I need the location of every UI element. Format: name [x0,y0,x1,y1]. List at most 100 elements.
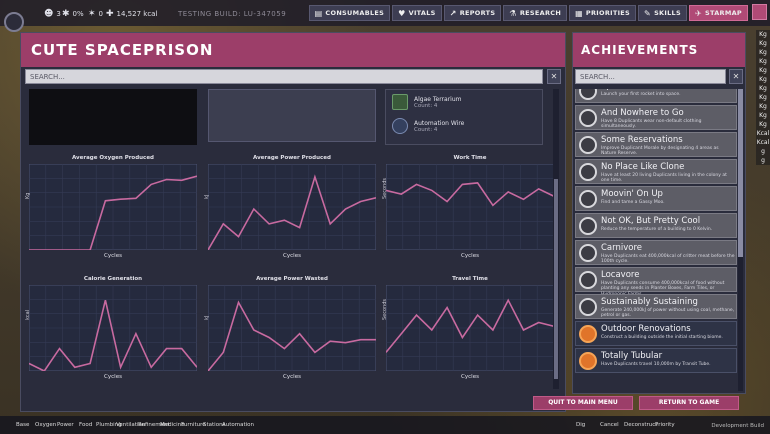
chart-title: Average Power Wasted [256,276,328,282]
achievement-description: Find and tame a Gassy Moo. [601,200,665,205]
chart-icon: ↗ [449,8,457,18]
tab-research[interactable]: ⚗ RESEARCH [503,5,568,21]
achievement-badge-icon [579,136,597,154]
achievement-name: Moovin' On Up [601,189,663,199]
chart-y-label: kJ [204,315,210,320]
chart-x-label: Cycles [104,253,122,259]
build-category-furniture[interactable]: Furniture [181,422,206,428]
achievement-badge-icon [579,271,597,289]
chart-y-label: Kg [25,192,31,199]
achievement-name: Not OK, But Pretty Cool [601,216,701,226]
colony-search-input[interactable]: SEARCH... [25,69,543,84]
chart-x-label: Cycles [104,374,122,380]
resource-unit: Kg [759,103,767,110]
achievement-badge-icon [579,163,597,181]
build-category-base[interactable]: Base [16,422,29,428]
achievement-description: Have 8 Duplicants wear non-default cloth… [601,119,702,130]
resource-unit: g [761,157,765,164]
chart-x-label: Cycles [283,374,301,380]
chart-y-label: Seconds [382,298,388,320]
achievement-item[interactable]: And Nowhere to Go Have 8 Duplicants wear … [575,105,737,130]
colony-search-clear-button[interactable]: ✕ [547,69,561,84]
achievement-item[interactable]: Space RaceLaunch your first rocket into … [575,89,737,103]
tab-vitals[interactable]: ♥ VITALS [392,5,442,21]
chart-plot [208,285,376,371]
tool-dig[interactable]: Dig [576,422,585,428]
chart-plot [386,285,553,371]
colony-report-window: CUTE SPACEPRISON SEARCH... ✕ Algae Terra… [20,32,566,412]
achievement-name: Space Race [601,89,650,91]
stress-stat: ✶ 0 [88,9,104,19]
achievement-description: Construct a building outside the initial… [601,335,723,340]
resource-unit: Kg [759,112,767,119]
achievement-name: Some Reservations [601,135,683,145]
build-category-oxygen[interactable]: Oxygen [35,422,56,428]
report-scrollbar[interactable] [553,89,559,389]
quit-to-main-menu-button[interactable]: QUIT TO MAIN MENU [533,396,633,410]
build-category-automation[interactable]: Automation [222,422,254,428]
resource-unit: Kg [759,40,767,47]
chart-y-label: Seconds [382,177,388,199]
achievement-name: And Nowhere to Go [601,108,684,118]
tab-skills[interactable]: ✎ SKILLS [638,5,687,21]
resource-unit: Kg [759,121,767,128]
colony-title: CUTE SPACEPRISON [31,41,214,59]
chart-title: Work Time [453,155,487,161]
achievement-description: Generate 240,000kJ of power without usin… [601,308,735,319]
chart-plot [29,164,197,250]
tab-consumables[interactable]: ▤ CONSUMABLES [308,5,391,21]
summary-panel [208,89,376,142]
achievement-item[interactable]: Carnivore Have Duplicants eat 400,000kcal… [575,240,737,265]
achievements-search-input[interactable]: SEARCH... [575,69,726,84]
tab-priorities[interactable]: ▦ PRIORITIES [569,5,637,21]
build-category-food[interactable]: Food [79,422,92,428]
chart-y-label: kJ [204,194,210,199]
tool-cancel[interactable]: Cancel [600,422,619,428]
cycle-clock-icon[interactable] [4,12,24,32]
achievement-badge-icon [579,298,597,316]
flask-icon: ⚗ [509,8,517,18]
resource-unit: Kg [759,49,767,56]
resource-unit: Kg [759,58,767,65]
achievements-header: ACHIEVEMENTS [573,33,745,67]
achievement-item[interactable]: Totally Tubular Have Duplicants travel 10… [575,348,737,373]
build-category-power[interactable]: Power [57,422,74,428]
tool-priority[interactable]: Priority [655,422,675,428]
chart-plot [386,164,553,250]
chart-title: Travel Time [452,276,488,282]
achievement-item[interactable]: Not OK, But Pretty Cool Reduce the temper… [575,213,737,238]
automation-wire-icon [392,118,408,134]
testing-build-label: TESTING BUILD: LU-347059 [178,10,287,18]
achievement-badge-icon [579,352,597,370]
achievement-item[interactable]: Some Reservations Improve Duplicant Moral… [575,132,737,157]
tool-deconstruct[interactable]: Deconstruct [624,422,657,428]
achievement-name: No Place Like Clone [601,162,685,172]
achievement-item[interactable]: Outdoor Renovations Construct a building … [575,321,737,346]
chart-plot [29,285,197,371]
achievements-search-clear-button[interactable]: ✕ [729,69,743,84]
notification-button[interactable] [752,4,767,20]
rocket-icon: ✈ [694,8,702,18]
resource-unit: Kg [759,31,767,38]
achievements-scroll-thumb[interactable] [738,89,743,257]
tab-reports[interactable]: ↗ REPORTS [443,5,502,21]
resource-unit: Kg [759,67,767,74]
report-scroll-thumb[interactable] [554,179,558,379]
resource-unit: g [761,148,765,155]
achievement-list: Space RaceLaunch your first rocket into … [575,89,737,391]
germs-stat: ✱ 0% [62,9,84,19]
achievements-scrollbar[interactable] [738,89,743,391]
chart-x-label: Cycles [461,253,479,259]
achievement-item[interactable]: Moovin' On Up Find and tame a Gassy Moo. [575,186,737,211]
achievement-item[interactable]: No Place Like Clone Have at least 20 livi… [575,159,737,184]
achievement-item[interactable]: Sustainably Sustaining Generate 240,000kJ… [575,294,737,319]
tab-starmap[interactable]: ✈ STARMAP [688,5,748,21]
achievement-description: Have Duplicants travel 10,000m by Transi… [601,362,711,367]
achievement-badge-icon [579,190,597,208]
achievement-item[interactable]: Locavore Have Duplicants consume 400,000k… [575,267,737,297]
chart-x-label: Cycles [283,253,301,259]
development-build-label: Development Build [711,423,764,429]
list-item: Algae Terrarium Count: 4 [392,94,461,110]
return-to-game-button[interactable]: RETURN TO GAME [639,396,739,410]
achievement-badge-icon [579,325,597,343]
